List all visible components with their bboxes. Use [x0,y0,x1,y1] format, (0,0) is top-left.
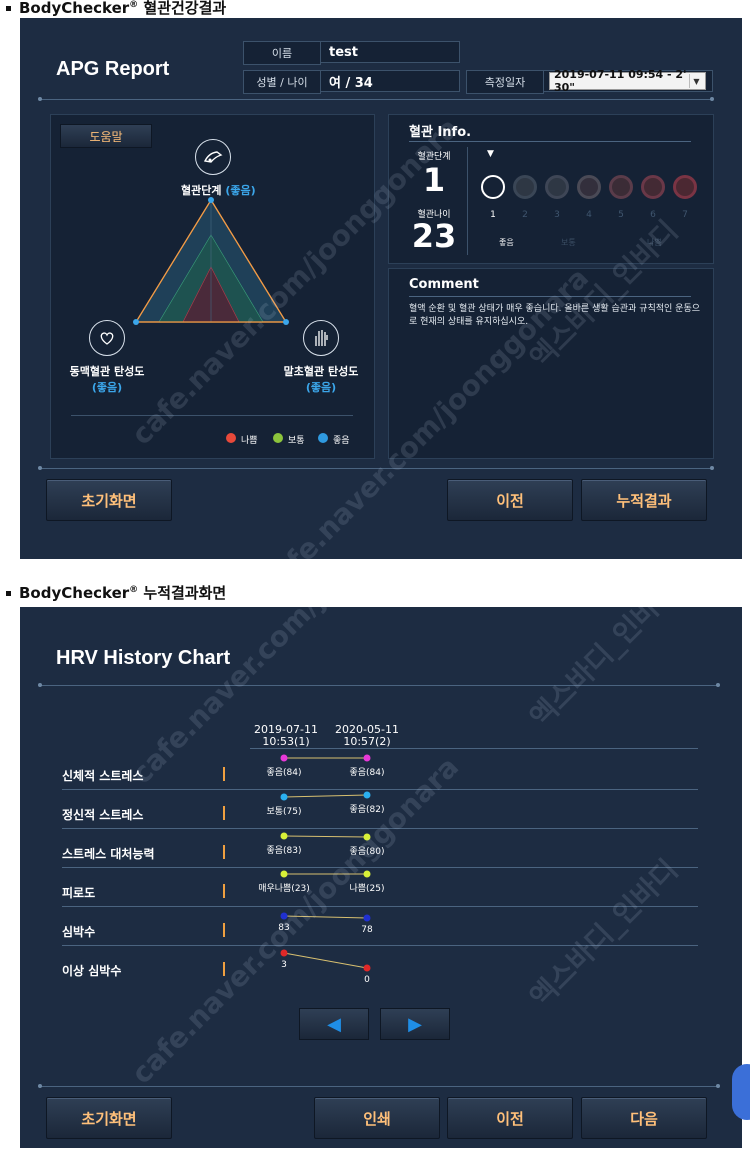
hrv-next-button[interactable]: 다음 [581,1097,707,1139]
vessel-info-panel: 혈관 Info. 혈관단계 1 혈관나이 23 ▼ 1234567 좋음 보통 … [388,114,714,264]
date-select-frame: 2019-07-11 09:54 - 2' 30" ▼ [543,68,713,94]
apg-report-screen: APG Report 이름 test 성별 / 나이 여 / 34 측정일자 2… [20,18,742,559]
grade-number: 1 [490,210,496,220]
grade-number: 6 [650,210,656,220]
hrv-point [363,754,371,762]
help-button[interactable]: 도움말 [60,124,152,148]
stage-value: 1 [422,161,446,199]
radar-chart [133,197,289,325]
hrv-home-button[interactable]: 초기화면 [46,1097,172,1139]
hrv-point [280,912,288,920]
grade-number: 5 [618,210,624,220]
grade-circle [577,175,601,199]
hrv-trend-line [283,794,368,798]
footer-divider [38,466,714,470]
hrv-point [280,793,288,801]
hrv-point [363,870,371,878]
grade-circle [481,175,505,199]
legend-label-good: 좋음 [333,436,350,446]
home-button[interactable]: 초기화면 [46,479,172,521]
hrv-point [363,964,371,972]
comment-text: 혈액 순환 및 혈관 상태가 매우 좋습니다. 올바른 생활 습관과 규칙적인 … [409,304,701,327]
header-divider [38,97,714,101]
hrv-point [280,832,288,840]
grade-circle [609,175,633,199]
hrv-point [363,914,371,922]
vessel-icon [195,139,231,175]
radar-left-label: 동맥혈관 탄성도 (좋음) [69,365,145,394]
grade-number: 4 [586,210,592,220]
grade-status-bad: 나쁨 [647,238,662,247]
radar-panel: 도움말 혈관단계 (좋음) 동맥혈관 탄성도 (좋음) 말초혈관 탄성도 (좋음… [50,114,375,459]
prev-page-button[interactable]: ◀ [299,1008,369,1040]
hrv-history-screen: HRV History Chart 2019-07-11 10:53(1) 202… [20,607,742,1148]
arrow-left-icon: ◀ [327,1013,341,1035]
hrv-point [280,949,288,957]
hrv-prev-button[interactable]: 이전 [447,1097,573,1139]
name-value: test [320,41,460,63]
chevron-down-icon: ▼ [689,74,703,88]
legend-dot-normal [273,433,283,443]
hrv-footer-divider [38,1084,720,1088]
comment-divider [409,296,691,297]
grade-circle [641,175,665,199]
grade-status-good: 좋음 [499,238,514,247]
section-title-hrv: BodyChecker® 누적결과화면 [6,582,226,603]
radar-top-label: 혈관단계 (좋음) [181,184,256,197]
legend-divider [71,415,353,416]
grade-circle [673,175,697,199]
hrv-trend-line [283,915,368,919]
gender-age-value: 여 / 34 [320,70,460,92]
heart-icon [89,320,125,356]
prev-button[interactable]: 이전 [447,479,573,521]
hrv-trend-line [283,835,368,838]
floating-widget[interactable] [732,1064,750,1120]
hrv-point [280,754,288,762]
hand-icon [303,320,339,356]
grade-number: 3 [554,210,560,220]
info-vertical-divider [467,147,468,255]
cumulative-result-button[interactable]: 누적결과 [581,479,707,521]
legend-label-bad: 나쁨 [241,436,258,446]
arrow-right-icon: ▶ [408,1013,422,1035]
hrv-point [363,791,371,799]
gender-age-label: 성별 / 나이 [243,70,321,94]
apg-title: APG Report [56,58,170,80]
vessel-age-value: 23 [411,217,457,255]
grade-circle [545,175,569,199]
name-label: 이름 [243,41,321,65]
hrv-point [363,833,371,841]
comment-panel: Comment 혈액 순환 및 혈관 상태가 매우 좋습니다. 올바른 생활 습… [388,268,714,459]
hrv-point [280,870,288,878]
legend-label-normal: 보통 [288,436,305,446]
print-button[interactable]: 인쇄 [314,1097,440,1139]
radar-right-label: 말초혈관 탄성도 (좋음) [283,365,359,394]
section-title-apg: BodyChecker® 혈관건강결과 [6,0,226,18]
info-divider [409,141,691,142]
next-page-button[interactable]: ▶ [380,1008,450,1040]
grade-number: 7 [682,210,688,220]
comment-title: Comment [409,277,479,292]
grade-circle [513,175,537,199]
legend-dot-bad [226,433,236,443]
legend-dot-good [318,433,328,443]
hrv-trend-line [283,952,368,969]
date-select[interactable]: 2019-07-11 09:54 - 2' 30" ▼ [549,68,706,94]
info-title: 혈관 Info. [409,125,472,140]
grade-number: 2 [522,210,528,220]
date-label: 측정일자 [466,70,544,94]
hrv-trend-lines [280,754,371,972]
grade-pointer-icon: ▼ [487,149,494,159]
grade-status-normal: 보통 [561,238,576,247]
